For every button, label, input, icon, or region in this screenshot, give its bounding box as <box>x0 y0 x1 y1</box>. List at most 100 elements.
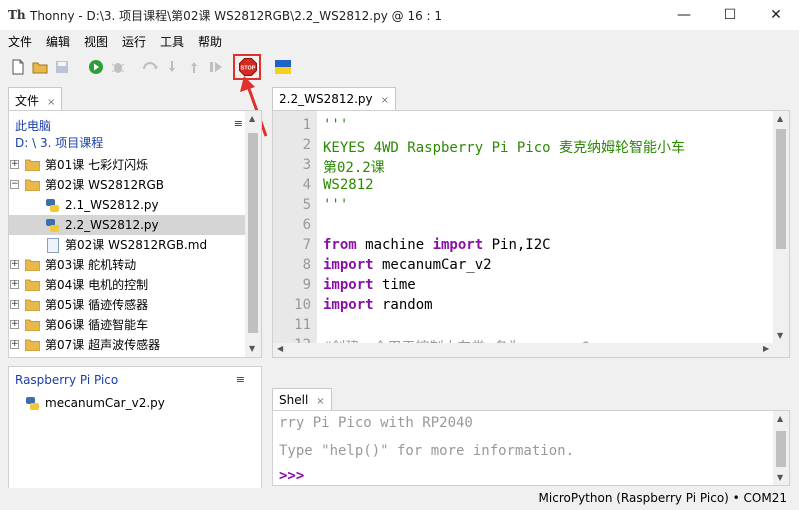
tree-row[interactable]: 第02课 WS2812RGB.md <box>9 235 247 255</box>
folder-icon <box>25 299 40 311</box>
files-scrollbar[interactable]: ▲ ▼ <box>245 111 261 357</box>
tree-row-label: 2.2_WS2812.py <box>65 218 159 232</box>
collapse-icon[interactable]: − <box>10 180 19 189</box>
tree-row-selected[interactable]: 2.2_WS2812.py <box>9 215 247 235</box>
editor-scrollbar[interactable]: ▲ ▼ <box>773 111 789 343</box>
shell-console[interactable]: rry Pi Pico with RP2040 Type "help()" fo… <box>272 410 790 486</box>
menu-tools[interactable]: 工具 <box>160 33 184 50</box>
debug-icon[interactable] <box>110 59 126 75</box>
line-number: 2 <box>302 137 311 153</box>
step-out-icon[interactable] <box>186 59 202 75</box>
location-path[interactable]: D: \ 3. 项目课程 <box>15 134 103 151</box>
tree-row-label: 第02课 WS2812RGB.md <box>65 238 208 252</box>
minimize-button[interactable]: — <box>661 0 707 30</box>
line-number: 8 <box>302 257 311 273</box>
scroll-down-icon[interactable]: ▼ <box>249 344 255 353</box>
ukraine-flag-icon[interactable] <box>275 60 291 74</box>
expand-icon[interactable]: + <box>10 280 19 289</box>
expand-icon[interactable]: + <box>10 160 19 169</box>
tree-row[interactable]: + 第03课 舵机转动 <box>9 255 247 275</box>
maximize-button[interactable]: ☐ <box>707 0 753 30</box>
device-menu-icon[interactable]: ≡ <box>236 373 245 386</box>
device-title[interactable]: Raspberry Pi Pico <box>15 373 118 387</box>
editor-tab-bar: 2.2_WS2812.py × <box>272 84 799 111</box>
toolbar: STOP <box>0 52 799 82</box>
close-tab-icon[interactable]: × <box>381 95 389 106</box>
close-button[interactable]: ✕ <box>753 0 799 30</box>
scroll-up-icon[interactable]: ▲ <box>777 114 783 123</box>
code-editor[interactable]: 1 2 3 4 5 6 7 8 9 10 11 12 ''' KEYES 4WD… <box>272 110 790 358</box>
tab-shell-label: Shell <box>279 393 309 407</box>
shell-prompt[interactable]: >>> <box>279 468 304 484</box>
files-scrollbar-thumb[interactable] <box>248 133 258 333</box>
open-folder-icon[interactable] <box>32 59 48 75</box>
shell-scrollbar-thumb[interactable] <box>776 431 786 467</box>
expand-icon[interactable]: + <box>10 300 19 309</box>
thonny-logo-icon: Th <box>8 8 26 22</box>
tree-row[interactable]: − 第02课 WS2812RGB <box>9 175 247 195</box>
device-file-row[interactable]: mecanumCar_v2.py <box>9 393 247 413</box>
close-tab-icon[interactable]: × <box>316 396 324 407</box>
tree-row[interactable]: + 第04课 电机的控制 <box>9 275 247 295</box>
resume-icon[interactable] <box>208 59 224 75</box>
line-number: 5 <box>302 197 311 213</box>
line-number: 7 <box>302 237 311 253</box>
line-number: 6 <box>302 217 311 233</box>
menu-help[interactable]: 帮助 <box>198 33 222 50</box>
files-tab-bar: 文件 × <box>0 84 270 111</box>
expand-icon[interactable]: + <box>10 340 19 349</box>
code-line: import mecanumCar_v2 <box>323 257 492 273</box>
run-icon[interactable] <box>88 59 104 75</box>
tree-row-label: 2.1_WS2812.py <box>65 198 159 212</box>
folder-icon <box>25 159 40 171</box>
step-into-icon[interactable] <box>164 59 180 75</box>
scroll-down-icon[interactable]: ▼ <box>777 331 783 340</box>
location-this-pc[interactable]: 此电脑 <box>15 117 51 134</box>
code-text: random <box>373 297 433 313</box>
menu-edit[interactable]: 编辑 <box>46 33 70 50</box>
code-keyword: import <box>432 237 484 253</box>
tab-editor-file[interactable]: 2.2_WS2812.py × <box>272 87 397 111</box>
scroll-right-icon[interactable]: ▶ <box>763 344 769 353</box>
step-over-icon[interactable] <box>142 59 158 75</box>
scroll-up-icon[interactable]: ▲ <box>249 114 255 123</box>
tab-files[interactable]: 文件 × <box>8 87 63 111</box>
interpreter-status[interactable]: MicroPython (Raspberry Pi Pico) • COM21 <box>539 491 787 505</box>
files-panel: 此电脑 D: \ 3. 项目课程 ≡ + 第01课 七彩灯闪烁 − 第02课 W… <box>8 110 262 358</box>
scroll-down-icon[interactable]: ▼ <box>777 473 783 482</box>
python-file-icon <box>46 219 59 232</box>
shell-output-line: rry Pi Pico with RP2040 <box>279 415 473 431</box>
tab-shell[interactable]: Shell × <box>272 388 332 412</box>
tree-row[interactable]: + 第06课 循迹智能车 <box>9 315 247 335</box>
folder-icon <box>25 179 40 191</box>
tree-row[interactable]: + 第01课 七彩灯闪烁 <box>9 155 247 175</box>
shell-tab-bar: Shell × <box>272 386 799 412</box>
expand-icon[interactable]: + <box>10 260 19 269</box>
editor-horizontal-scrollbar[interactable]: ◀ ▶ <box>273 343 789 357</box>
shell-scrollbar[interactable]: ▲ ▼ <box>773 411 789 485</box>
tree-row-label: 第01课 七彩灯闪烁 <box>45 158 149 172</box>
tree-row[interactable]: + 第07课 超声波传感器 <box>9 335 247 355</box>
new-file-icon[interactable] <box>10 59 26 75</box>
code-keyword: import <box>323 257 374 273</box>
expand-icon[interactable]: + <box>10 320 19 329</box>
tab-editor-label: 2.2_WS2812.py <box>279 92 373 106</box>
menu-view[interactable]: 视图 <box>84 33 108 50</box>
scroll-up-icon[interactable]: ▲ <box>777 414 783 423</box>
python-file-icon <box>26 397 39 410</box>
scroll-left-icon[interactable]: ◀ <box>277 344 283 353</box>
line-number: 11 <box>294 317 311 333</box>
code-line: import time <box>323 277 416 293</box>
tree-row[interactable]: 2.1_WS2812.py <box>9 195 247 215</box>
files-menu-icon[interactable]: ≡ <box>234 117 243 130</box>
shell-output-line: Type "help()" for more information. <box>279 443 575 459</box>
tree-row-label: 第07课 超声波传感器 <box>45 338 161 352</box>
folder-icon <box>25 339 40 351</box>
tree-row[interactable]: + 第05课 循迹传感器 <box>9 295 247 315</box>
menu-file[interactable]: 文件 <box>8 33 32 50</box>
save-icon[interactable] <box>54 59 70 75</box>
code-keyword: import <box>323 277 374 293</box>
menu-run[interactable]: 运行 <box>122 33 146 50</box>
editor-scrollbar-thumb[interactable] <box>776 129 786 249</box>
close-tab-icon[interactable]: × <box>47 97 55 108</box>
